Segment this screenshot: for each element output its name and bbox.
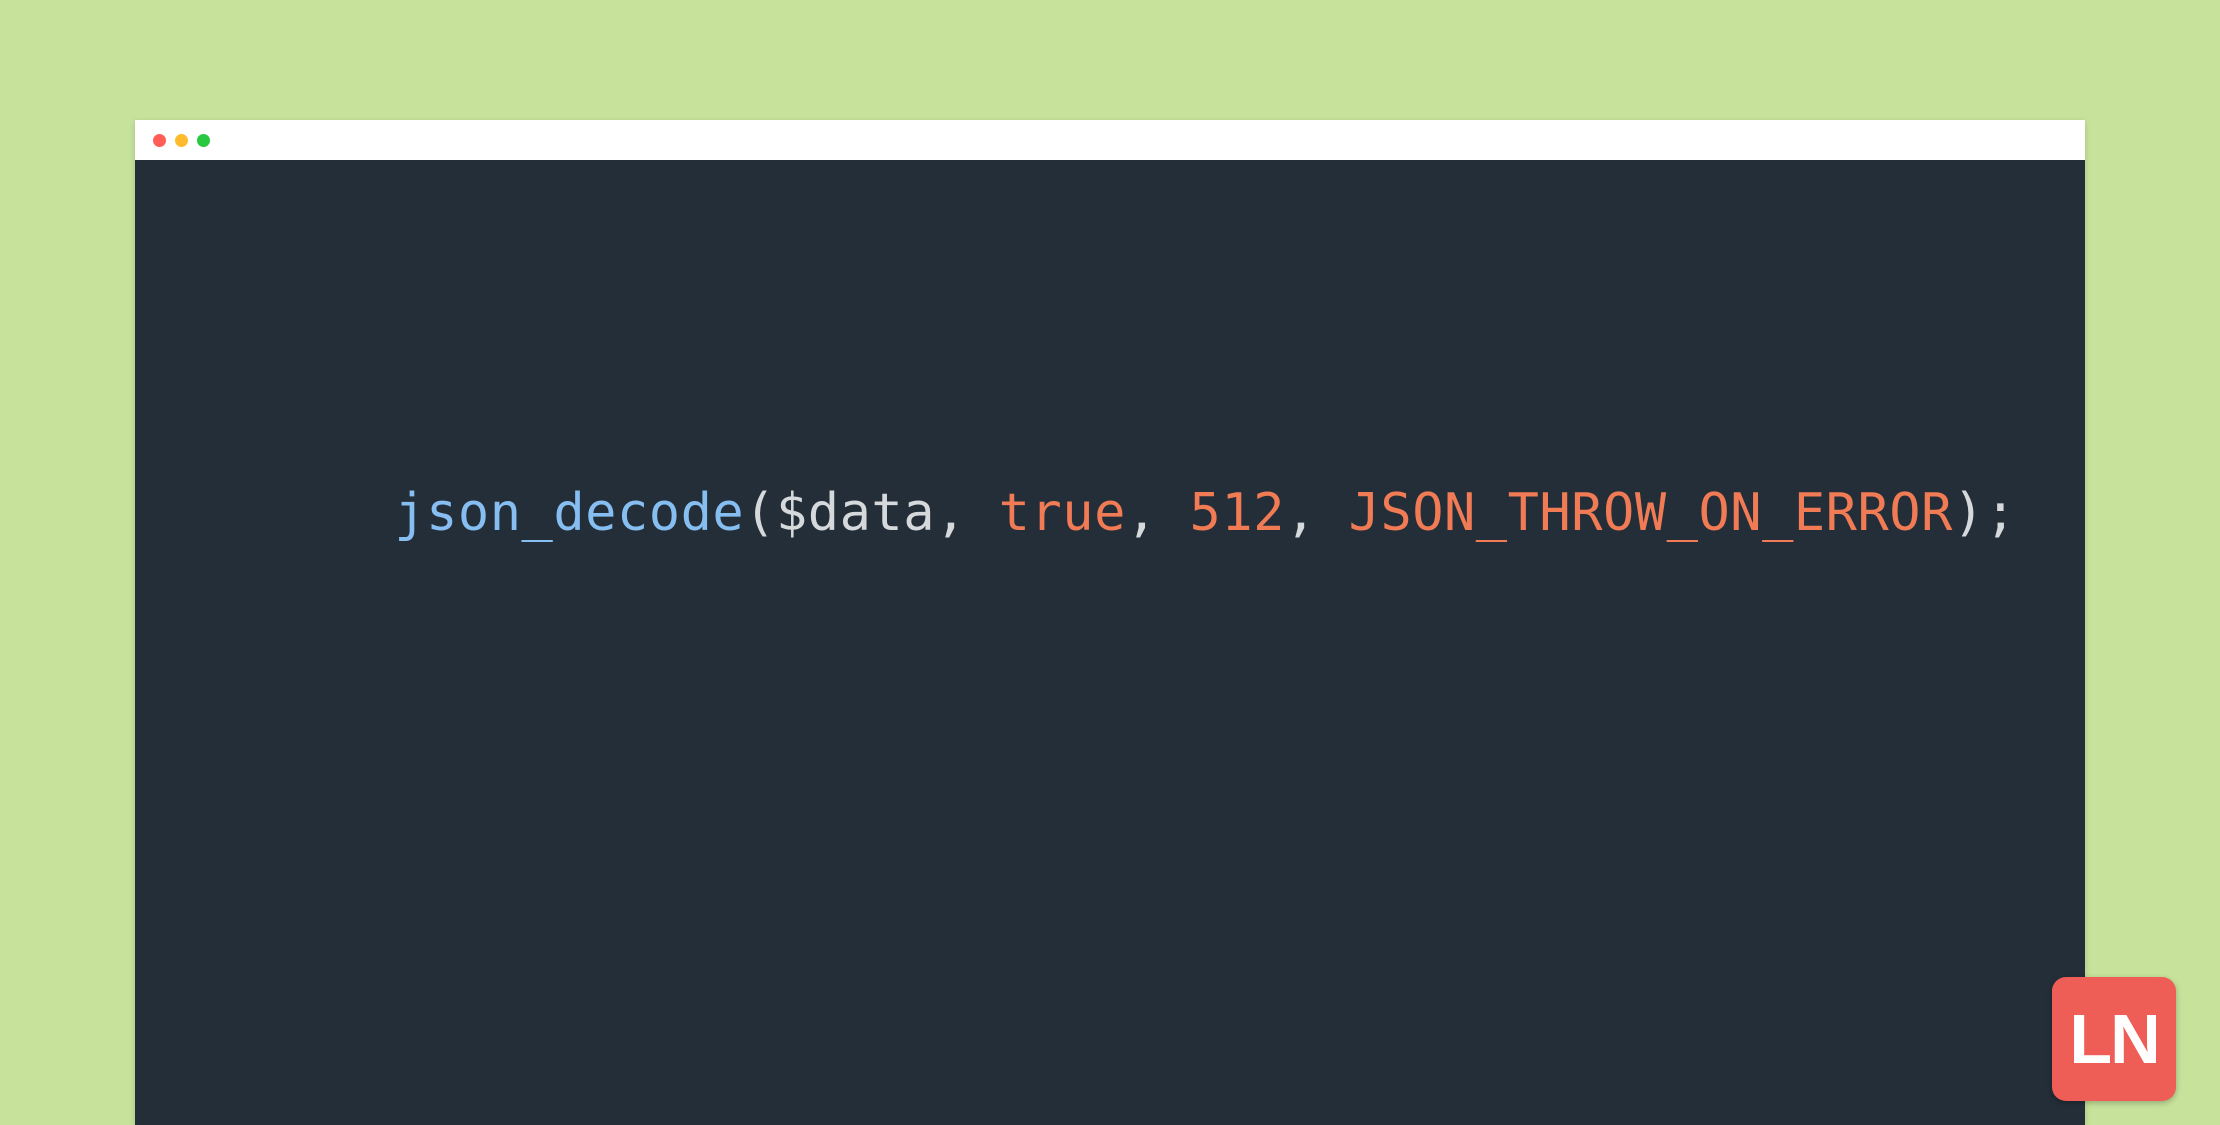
window-titlebar	[135, 120, 2085, 160]
code-paren-close: );	[1953, 483, 2017, 543]
code-sep-2: ,	[1126, 483, 1190, 543]
code-function: json_decode	[394, 483, 744, 543]
editor-pane: json_decode($data, true, 512, JSON_THROW…	[135, 160, 2085, 1125]
code-paren-open: (	[744, 483, 776, 543]
minimize-icon[interactable]	[175, 134, 188, 147]
code-arg-depth: 512	[1190, 483, 1285, 543]
brand-badge: LN	[2052, 977, 2176, 1101]
code-sep-1: ,	[935, 483, 999, 543]
code-variable: $data	[776, 483, 935, 543]
close-icon[interactable]	[153, 134, 166, 147]
code-arg-flag: JSON_THROW_ON_ERROR	[1349, 483, 1953, 543]
editor-window: json_decode($data, true, 512, JSON_THROW…	[135, 120, 2085, 1125]
code-line: json_decode($data, true, 512, JSON_THROW…	[203, 423, 2016, 603]
code-sep-3: ,	[1285, 483, 1349, 543]
code-arg-true: true	[999, 483, 1126, 543]
zoom-icon[interactable]	[197, 134, 210, 147]
brand-badge-text: LN	[2069, 999, 2158, 1079]
